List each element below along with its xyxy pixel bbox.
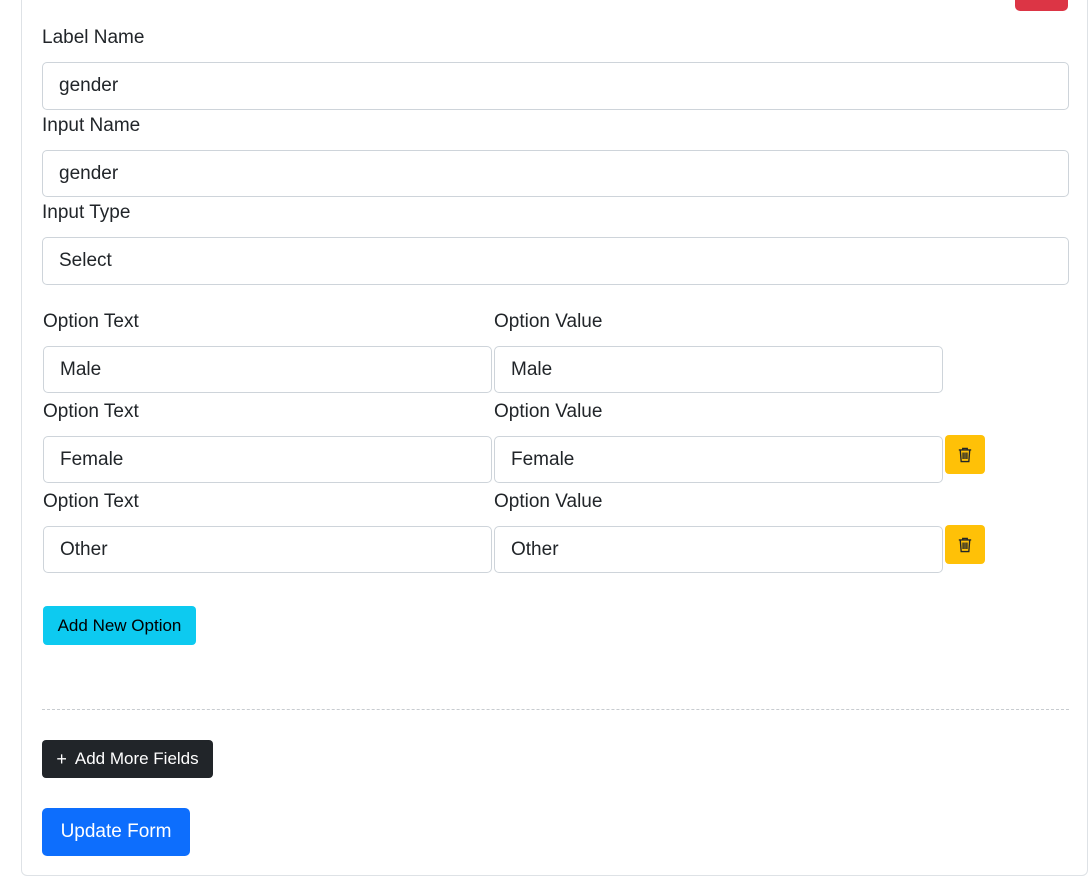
plus-icon: + [56, 748, 67, 769]
label-name-label: Label Name [42, 27, 145, 48]
input-name-input[interactable]: gender [42, 150, 1069, 197]
update-form-button[interactable]: Update Form [42, 808, 190, 856]
option-value-label: Option Value [494, 311, 603, 332]
remove-field-button[interactable] [1015, 0, 1068, 11]
input-name-label: Input Name [42, 115, 141, 136]
option-text-input[interactable]: Female [43, 436, 492, 483]
trash-icon [958, 537, 972, 552]
option-text-label: Option Text [43, 311, 139, 332]
add-new-option-button[interactable]: Add New Option [43, 606, 196, 645]
delete-option-button[interactable] [945, 435, 985, 474]
option-value-input[interactable]: Other [494, 526, 943, 573]
delete-option-button[interactable] [945, 525, 985, 564]
input-type-label: Input Type [42, 202, 131, 223]
option-value-label: Option Value [494, 401, 603, 422]
label-name-input[interactable]: gender [42, 62, 1069, 110]
option-value-input[interactable]: Male [494, 346, 943, 393]
option-value-label: Option Value [494, 491, 603, 512]
add-more-fields-button[interactable]: + Add More Fields [42, 740, 213, 778]
input-type-select[interactable]: Select [42, 237, 1069, 285]
section-divider [42, 709, 1069, 710]
option-text-label: Option Text [43, 401, 139, 422]
option-text-input[interactable]: Male [43, 346, 492, 393]
add-more-fields-label: Add More Fields [74, 749, 199, 768]
option-value-input[interactable]: Female [494, 436, 943, 483]
trash-icon [958, 447, 972, 462]
option-text-label: Option Text [43, 491, 139, 512]
option-text-input[interactable]: Other [43, 526, 492, 573]
